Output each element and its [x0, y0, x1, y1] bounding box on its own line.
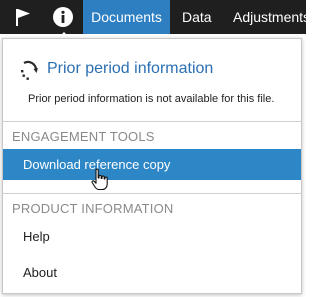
tab-documents[interactable]: Documents	[83, 0, 170, 34]
hand-pointer-cursor-icon	[91, 168, 108, 191]
prior-period-title: Prior period information	[47, 60, 214, 77]
prior-period-icon	[21, 60, 38, 80]
about-item[interactable]: About	[3, 257, 301, 288]
prior-period-description: Prior period information is not availabl…	[28, 93, 275, 105]
tab-adjustments[interactable]: Adjustments	[233, 0, 310, 34]
help-item[interactable]: Help	[3, 221, 301, 252]
product-information-header: PRODUCT INFORMATION	[12, 201, 174, 216]
download-reference-copy-item[interactable]: Download reference copy	[3, 149, 301, 180]
top-navigation-bar: Documents Data Adjustments	[0, 0, 310, 34]
divider	[3, 121, 301, 122]
engagement-tools-header: ENGAGEMENT TOOLS	[12, 129, 155, 144]
tab-data[interactable]: Data	[182, 0, 212, 34]
info-icon	[53, 7, 73, 27]
flag-button[interactable]	[8, 0, 38, 34]
flag-icon	[16, 9, 30, 26]
divider	[3, 193, 301, 194]
info-button[interactable]	[44, 0, 82, 34]
